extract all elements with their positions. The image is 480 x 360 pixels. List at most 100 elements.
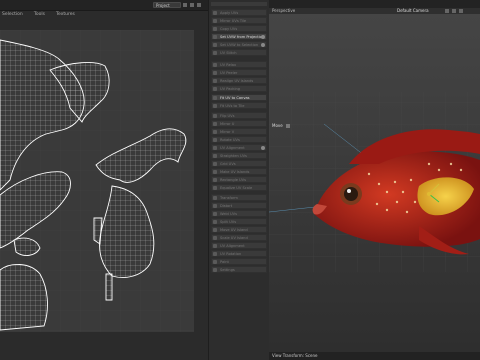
- viewport-scene: [269, 14, 480, 352]
- cmd-item[interactable]: Fit UVs to Tile: [211, 102, 267, 109]
- cmd-item[interactable]: Apply UVs: [211, 9, 267, 16]
- move-options-icon[interactable]: [286, 124, 291, 128]
- cmd-icon: [213, 11, 217, 15]
- cmd-label: UV Packing: [220, 87, 241, 91]
- cmd-label: Rotate UVs: [220, 138, 240, 142]
- cmd-icon: [213, 260, 217, 264]
- cmd-label: UV Alignment: [220, 244, 245, 248]
- cmd-item[interactable]: UV Relax: [211, 61, 267, 68]
- cmd-icon: [213, 268, 217, 272]
- cmd-item[interactable]: UV Packing: [211, 85, 267, 92]
- cmd-label: Apply UVs: [220, 11, 239, 15]
- cmd-icon: [213, 252, 217, 256]
- move-tool-label[interactable]: Move: [272, 123, 291, 128]
- cmd-label: Grid UVs: [220, 162, 236, 166]
- cmd-label: Realign UV Islands: [220, 79, 254, 83]
- cmd-label: UV Rotation: [220, 252, 242, 256]
- cmd-item[interactable]: Flip UVs: [211, 112, 267, 119]
- cmd-icon: [213, 79, 217, 83]
- cmd-item[interactable]: Fit UV to Canvas: [211, 94, 267, 101]
- viewport-3d[interactable]: View Cameras Display Options Filter Pane…: [269, 0, 480, 360]
- cmd-item[interactable]: Mirror V: [211, 128, 267, 135]
- options-icon[interactable]: [261, 146, 265, 150]
- cmd-label: Flip UVs: [220, 114, 235, 118]
- uv-toolbar-icons[interactable]: [183, 2, 205, 8]
- cmd-label: Paint: [220, 260, 229, 264]
- cmd-icon: [213, 212, 217, 216]
- menu-tools[interactable]: Tools: [34, 12, 45, 17]
- cmd-item[interactable]: Scale UV Island: [211, 234, 267, 241]
- menu-selection[interactable]: Selection: [2, 12, 23, 17]
- cmd-item[interactable]: Split UVs: [211, 218, 267, 225]
- options-icon[interactable]: [261, 43, 265, 47]
- cmd-label: Scale UV Island: [220, 236, 248, 240]
- cmd-label: Equalize UV Scale: [220, 186, 253, 190]
- close-icon[interactable]: [459, 9, 463, 13]
- cmd-icon: [213, 35, 217, 39]
- view-icon[interactable]: [183, 3, 187, 7]
- cmd-item[interactable]: Equalize UV Scale: [211, 184, 267, 191]
- cmd-item[interactable]: Straighten UVs: [211, 152, 267, 159]
- cmd-icon: [213, 186, 217, 190]
- cmd-item[interactable]: UV Peeler: [211, 69, 267, 76]
- project-select-value: Project: [156, 3, 170, 8]
- cmd-icon: [213, 51, 217, 55]
- options-icon[interactable]: [261, 35, 265, 39]
- cmd-label: Set UVW to Selection: [220, 43, 259, 47]
- cmd-item[interactable]: Transform: [211, 194, 267, 201]
- cmd-icon: [213, 146, 217, 150]
- cmd-item[interactable]: Mirror U: [211, 120, 267, 127]
- cmd-item[interactable]: Realign UV Islands: [211, 77, 267, 84]
- project-select[interactable]: Project: [153, 2, 181, 8]
- cmd-label: Mirror UVs Tile: [220, 19, 247, 23]
- cmd-icon: [213, 71, 217, 75]
- cmd-item[interactable]: Move UV Island: [211, 226, 267, 233]
- status-text: View Transform: Scene: [272, 353, 318, 358]
- cmd-label: Split UVs: [220, 220, 237, 224]
- cmd-item[interactable]: Rectangle UVs: [211, 176, 267, 183]
- cmd-label: UV Peeler: [220, 71, 238, 75]
- grid-icon[interactable]: [190, 3, 194, 7]
- cmd-item[interactable]: Make UV Islands: [211, 168, 267, 175]
- cmd-item[interactable]: Distort: [211, 202, 267, 209]
- cmd-icon: [213, 43, 217, 47]
- cmd-label: Copy UVs: [220, 27, 238, 31]
- cmd-item[interactable]: UV Alignment: [211, 242, 267, 249]
- cmd-item[interactable]: UV Stitch: [211, 49, 267, 56]
- cmd-label: Mirror V: [220, 130, 235, 134]
- cmd-label: UV Stitch: [220, 51, 237, 55]
- cmd-item[interactable]: Set UVW from Projection: [211, 33, 267, 40]
- cmd-item[interactable]: Rotate UVs: [211, 136, 267, 143]
- camera-options-icon[interactable]: [445, 9, 449, 13]
- uv-islands: [0, 30, 194, 332]
- cmd-item[interactable]: Copy UVs: [211, 25, 267, 32]
- cmd-label: UV Alignment: [220, 146, 245, 150]
- cmd-icon: [213, 196, 217, 200]
- cmd-item[interactable]: UV Rotation: [211, 250, 267, 257]
- cmd-icon: [213, 122, 217, 126]
- cmd-icon: [213, 19, 217, 23]
- cmd-item[interactable]: UV Alignment: [211, 144, 267, 151]
- cmd-icon: [213, 154, 217, 158]
- uv-canvas[interactable]: [0, 30, 194, 332]
- cmd-item[interactable]: Settings: [211, 266, 267, 273]
- cmd-icon: [213, 87, 217, 91]
- menu-textures[interactable]: Textures: [56, 12, 75, 17]
- cmd-icon: [213, 178, 217, 182]
- cmd-item[interactable]: Weld UVs: [211, 210, 267, 217]
- cmd-icon: [213, 63, 217, 67]
- cmd-icon: [213, 170, 217, 174]
- cmd-icon: [213, 162, 217, 166]
- settings-icon[interactable]: [197, 3, 201, 7]
- cmd-item[interactable]: Grid UVs: [211, 160, 267, 167]
- cmd-label: Move UV Island: [220, 228, 248, 232]
- viewport-menubar: View Cameras Display Options Filter Pane…: [269, 0, 480, 17]
- cmd-label: Straighten UVs: [220, 154, 247, 158]
- maximize-icon[interactable]: [452, 9, 456, 13]
- cmd-item[interactable]: Mirror UVs Tile: [211, 17, 267, 24]
- uv-island-lower: [0, 264, 48, 331]
- cmd-icon: [213, 96, 217, 100]
- cmd-item[interactable]: Set UVW to Selection: [211, 41, 267, 48]
- cmd-icon: [213, 236, 217, 240]
- cmd-item[interactable]: Paint: [211, 258, 267, 265]
